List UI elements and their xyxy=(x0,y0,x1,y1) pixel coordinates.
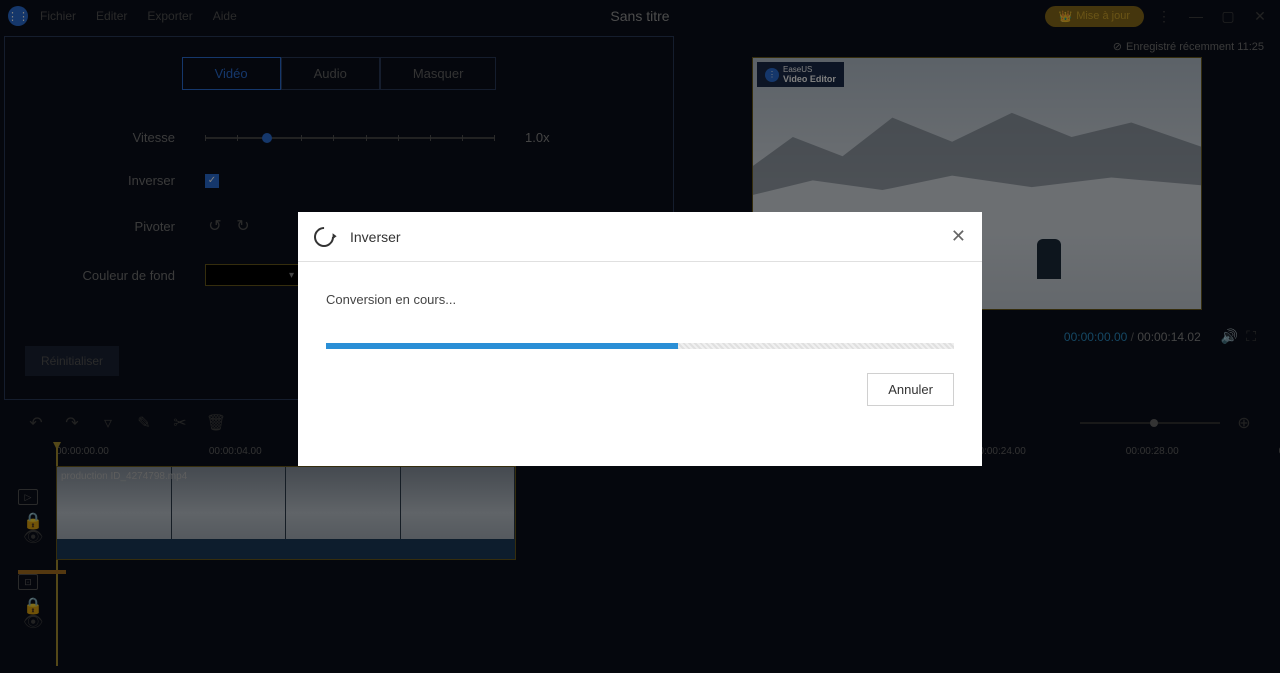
modal-status-text: Conversion en cours... xyxy=(326,292,954,307)
progress-bar xyxy=(326,343,954,349)
reverse-modal: Inverser ✕ Conversion en cours... Annule… xyxy=(298,212,982,466)
progress-fill xyxy=(326,343,678,349)
cancel-button[interactable]: Annuler xyxy=(867,373,954,406)
close-icon[interactable]: ✕ xyxy=(951,226,966,247)
refresh-icon xyxy=(310,222,338,250)
modal-title: Inverser xyxy=(350,229,401,245)
